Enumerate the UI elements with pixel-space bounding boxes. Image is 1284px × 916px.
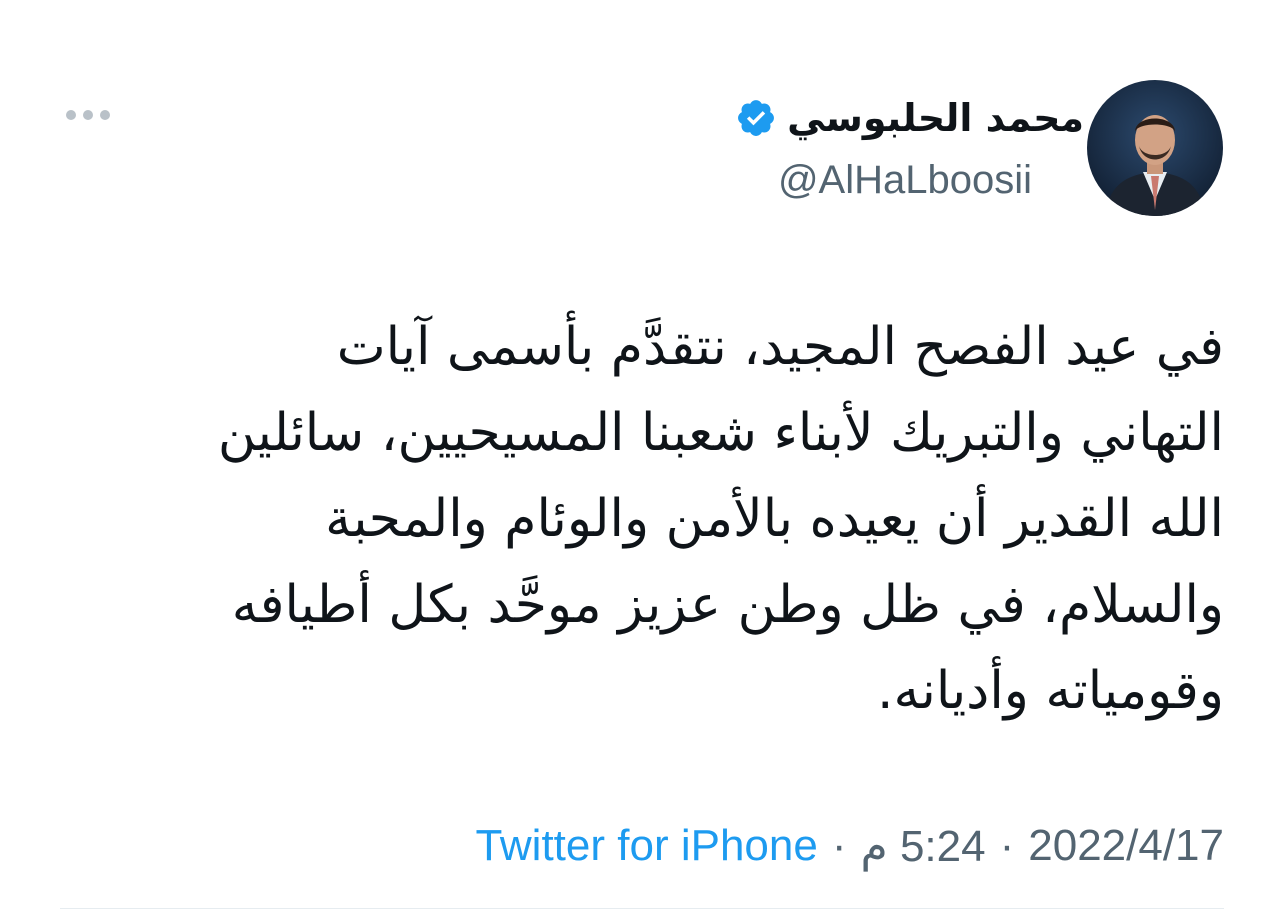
tweet-date[interactable]: 2022/4/17: [1028, 821, 1224, 871]
tweet-text-line: وقومياته وأديانه.: [876, 661, 1224, 721]
author-display-name[interactable]: محمد الحلبوسي: [787, 92, 1084, 144]
author-handle[interactable]: @AlHaLboosii: [778, 152, 1032, 208]
tweet-source-link[interactable]: Twitter for iPhone: [475, 821, 817, 871]
tweet-text-line: والسلام، في ظل وطن عزيز موحَّد بكل أطياف…: [231, 575, 1224, 635]
more-dot: [83, 110, 93, 120]
divider: [60, 908, 1224, 909]
meta-separator: ·: [831, 821, 847, 870]
tweet-text-line: الله القدير أن يعيده بالأمن والوئام والم…: [325, 489, 1224, 549]
tweet-time[interactable]: 5:24 م: [860, 821, 985, 872]
author-avatar[interactable]: [1087, 80, 1223, 216]
tweet-text-line: التهاني والتبريك لأبناء شعبنا المسيحيين،…: [217, 403, 1224, 463]
tweet-card: محمد الحلبوسي @AlHaLboosii في عيد الفصح …: [0, 0, 1284, 916]
more-dot: [66, 110, 76, 120]
meta-separator: ·: [999, 821, 1015, 870]
more-options-icon[interactable]: [66, 105, 110, 125]
tweet-meta: Twitter for iPhone · 5:24 م · 2022/4/17: [475, 816, 1224, 876]
tweet-text: في عيد الفصح المجيد، نتقدَّم بأسمى آيات …: [64, 304, 1224, 734]
more-dot: [100, 110, 110, 120]
author-name-row[interactable]: محمد الحلبوسي: [735, 92, 1084, 144]
tweet-text-line: في عيد الفصح المجيد، نتقدَّم بأسمى آيات: [336, 317, 1224, 377]
verified-badge-icon: [735, 97, 777, 139]
